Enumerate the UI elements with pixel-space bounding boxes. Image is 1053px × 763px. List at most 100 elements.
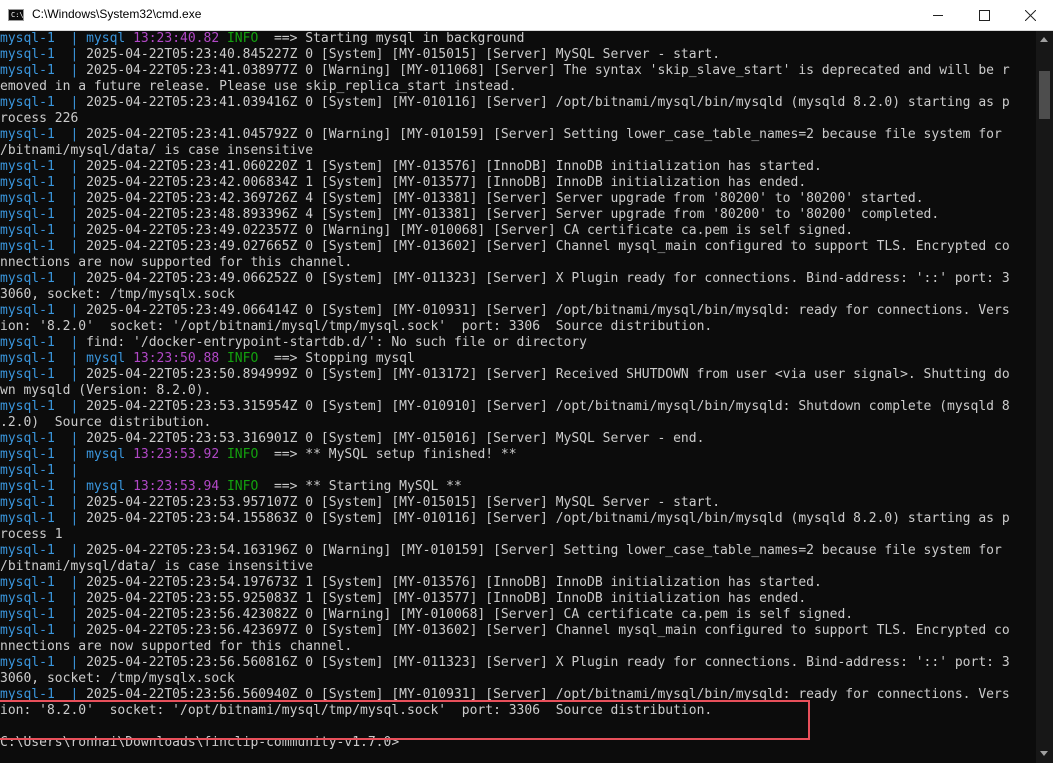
log-message: 2025-04-22T05:23:54.197673Z 1 [System] [… (86, 575, 822, 590)
log-time: 13:23:53.94 (133, 479, 220, 494)
log-message: nnections are now supported for this cha… (0, 639, 353, 654)
console-line: mysql-1 | 2025-04-22T05:23:53.316901Z 0 … (0, 431, 704, 447)
container-prefix: mysql-1 | (0, 495, 87, 510)
maximize-icon (978, 9, 990, 21)
console-line: mysql-1 | 2025-04-22T05:23:56.560816Z 0 … (0, 655, 1010, 671)
log-message: 2025-04-22T05:23:40.845227Z 0 [System] [… (86, 47, 721, 62)
console-output[interactable]: mysql-1 | mysql 13:23:40.82 INFO ==> Sta… (0, 31, 1036, 763)
log-level: INFO (226, 31, 259, 46)
log-message: 3060, socket: /tmp/mysqlx.sock (0, 287, 235, 302)
console-line: ion: '8.2.0' socket: '/opt/bitnami/mysql… (0, 319, 712, 335)
log-message: ==> ** Starting MySQL ** (258, 479, 462, 494)
log-message: 2025-04-22T05:23:41.038977Z 0 [Warning] … (86, 63, 1010, 78)
container-prefix: mysql-1 | (0, 223, 87, 238)
highlight-annotation-box (0, 700, 810, 740)
log-level: INFO (226, 351, 259, 366)
container-prefix: mysql-1 | (0, 95, 87, 110)
console-line: mysql-1 | 2025-04-22T05:23:40.845227Z 0 … (0, 47, 720, 63)
log-message: rocess 226 (0, 111, 79, 126)
console-line: emoved in a future release. Please use s… (0, 79, 517, 95)
log-message: ion: '8.2.0' socket: '/opt/bitnami/mysql… (0, 319, 713, 334)
container-prefix: mysql-1 | (0, 47, 87, 62)
log-message: 2025-04-22T05:23:41.039416Z 0 [System] [… (86, 95, 1010, 110)
console-line: .2.0) Source distribution. (0, 415, 211, 431)
console-line: mysql-1 | (0, 463, 86, 479)
scroll-down-arrow-icon[interactable] (1040, 751, 1048, 756)
vertical-scrollbar[interactable] (1036, 31, 1053, 763)
console-line: mysql-1 | 2025-04-22T05:23:42.369726Z 4 … (0, 191, 924, 207)
log-message: 2025-04-22T05:23:56.560816Z 0 [System] [… (86, 655, 1010, 670)
container-prefix: mysql-1 | (0, 591, 87, 606)
container-prefix: mysql-1 | (0, 239, 87, 254)
container-prefix: mysql-1 | (0, 367, 87, 382)
log-message: 2025-04-22T05:23:53.316901Z 0 [System] [… (86, 431, 705, 446)
log-message: 3060, socket: /tmp/mysqlx.sock (0, 671, 235, 686)
container-prefix: mysql-1 | (0, 655, 87, 670)
log-message: rocess 1 (0, 527, 63, 542)
console-line: /bitnami/mysql/data/ is case insensitive (0, 143, 313, 159)
console-line: mysql-1 | 2025-04-22T05:23:53.315954Z 0 … (0, 399, 1010, 415)
log-source: mysql (86, 447, 126, 462)
close-button[interactable] (1007, 0, 1053, 30)
console-line: mysql-1 | 2025-04-22T05:23:54.163196Z 0 … (0, 543, 1002, 559)
console-line: /bitnami/mysql/data/ is case insensitive (0, 559, 313, 575)
scrollbar-thumb[interactable] (1039, 71, 1050, 119)
log-message: .2.0) Source distribution. (0, 415, 212, 430)
console-line: mysql-1 | 2025-04-22T05:23:53.957107Z 0 … (0, 495, 720, 511)
log-level: INFO (226, 447, 259, 462)
log-message: 2025-04-22T05:23:42.369726Z 4 [System] [… (86, 191, 924, 206)
container-prefix: mysql-1 | (0, 31, 87, 46)
log-message: 2025-04-22T05:23:42.006834Z 1 [System] [… (86, 175, 807, 190)
container-prefix: mysql-1 | (0, 463, 87, 478)
console-line: rocess 226 (0, 111, 78, 127)
scroll-up-arrow-icon[interactable] (1040, 37, 1048, 42)
container-prefix: mysql-1 | (0, 543, 87, 558)
maximize-button[interactable] (961, 0, 1007, 30)
log-message: 2025-04-22T05:23:56.423697Z 0 [System] [… (86, 623, 1010, 638)
log-message: 2025-04-22T05:23:41.045792Z 0 [Warning] … (86, 127, 1002, 142)
container-prefix: mysql-1 | (0, 447, 87, 462)
console-line: mysql-1 | 2025-04-22T05:23:50.894999Z 0 … (0, 367, 1010, 383)
log-message: 2025-04-22T05:23:49.066252Z 0 [System] [… (86, 271, 1010, 286)
console-line: mysql-1 | 2025-04-22T05:23:49.066414Z 0 … (0, 303, 1010, 319)
console-line: mysql-1 | 2025-04-22T05:23:49.022357Z 0 … (0, 223, 853, 239)
minimize-button[interactable] (915, 0, 961, 30)
log-source: mysql (86, 31, 126, 46)
console-line: mysql-1 | 2025-04-22T05:23:56.423697Z 0 … (0, 623, 1010, 639)
console-line: rocess 1 (0, 527, 63, 543)
log-message: 2025-04-22T05:23:55.925083Z 1 [System] [… (86, 591, 807, 606)
log-message: 2025-04-22T05:23:49.066414Z 0 [System] [… (86, 303, 1010, 318)
log-message: ==> Stopping mysql (258, 351, 415, 366)
container-prefix: mysql-1 | (0, 207, 87, 222)
log-message: 2025-04-22T05:23:49.022357Z 0 [Warning] … (86, 223, 854, 238)
container-prefix: mysql-1 | (0, 271, 87, 286)
log-message: 2025-04-22T05:23:48.893396Z 4 [System] [… (86, 207, 940, 222)
console-line: mysql-1 | 2025-04-22T05:23:41.045792Z 0 … (0, 127, 1002, 143)
console-line: 3060, socket: /tmp/mysqlx.sock (0, 671, 235, 687)
log-message: find: '/docker-entrypoint-startdb.d/': N… (86, 335, 587, 350)
container-prefix: mysql-1 | (0, 623, 87, 638)
console-line: mysql-1 | 2025-04-22T05:23:54.155863Z 0 … (0, 511, 1010, 527)
log-message: 2025-04-22T05:23:54.155863Z 0 [System] [… (86, 511, 1010, 526)
console-line: mysql-1 | 2025-04-22T05:23:48.893396Z 4 … (0, 207, 939, 223)
container-prefix: mysql-1 | (0, 431, 87, 446)
log-time: 13:23:40.82 (133, 31, 220, 46)
log-message: nnections are now supported for this cha… (0, 255, 353, 270)
container-prefix: mysql-1 | (0, 399, 87, 414)
minimize-icon (933, 14, 943, 16)
container-prefix: mysql-1 | (0, 479, 87, 494)
container-prefix: mysql-1 | (0, 511, 87, 526)
container-prefix: mysql-1 | (0, 351, 87, 366)
console-line: mysql-1 | 2025-04-22T05:23:49.027665Z 0 … (0, 239, 1010, 255)
console-line: mysql-1 | 2025-04-22T05:23:54.197673Z 1 … (0, 575, 822, 591)
cmd-app-icon[interactable]: C:\ (8, 9, 24, 21)
log-message: 2025-04-22T05:23:53.315954Z 0 [System] [… (86, 399, 1010, 414)
log-time: 13:23:53.92 (133, 447, 220, 462)
log-level: INFO (226, 479, 259, 494)
log-message: ==> Starting mysql in background (258, 31, 525, 46)
container-prefix: mysql-1 | (0, 607, 87, 622)
log-message: 2025-04-22T05:23:50.894999Z 0 [System] [… (86, 367, 1010, 382)
log-source: mysql (86, 479, 126, 494)
cmd-icon-text: C:\ (11, 11, 24, 19)
console-line: mysql-1 | 2025-04-22T05:23:42.006834Z 1 … (0, 175, 806, 191)
